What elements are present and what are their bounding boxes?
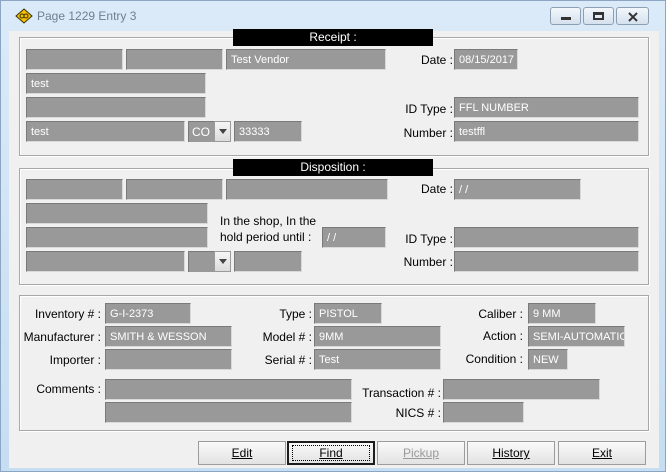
nics-field[interactable] — [443, 402, 524, 423]
serial-field[interactable]: Test — [314, 349, 441, 370]
disposition-id-type-field[interactable] — [454, 227, 639, 248]
disposition-number-field[interactable] — [454, 251, 639, 272]
type-label: Type : — [279, 307, 312, 321]
disposition-date-label: Date : — [420, 182, 453, 196]
exit-button[interactable]: Exit — [558, 441, 646, 465]
minimize-icon — [561, 17, 571, 20]
manufacturer-label: Manufacturer : — [23, 330, 101, 344]
serial-label: Serial # : — [264, 353, 312, 367]
receipt-name-field-1[interactable] — [26, 49, 123, 70]
receipt-date-field[interactable]: 08/15/2017 — [454, 49, 518, 70]
disposition-date-field[interactable]: / / — [454, 179, 581, 200]
focus-indicator — [292, 445, 370, 461]
nics-label: NICS # : — [395, 406, 441, 420]
receipt-id-type-field[interactable]: FFL NUMBER — [454, 97, 639, 118]
restore-icon — [593, 12, 604, 20]
edit-button-label: Edit — [231, 446, 253, 460]
chevron-down-icon[interactable] — [214, 121, 231, 142]
receipt-vendor-field[interactable]: Test Vendor — [226, 49, 386, 70]
action-label: Action : — [482, 329, 523, 343]
history-button[interactable]: History — [467, 441, 555, 465]
receipt-address-1-field[interactable]: test — [26, 73, 206, 94]
condition-field[interactable]: NEW — [528, 349, 568, 370]
disposition-address-1-field[interactable] — [26, 203, 208, 224]
maximize-button[interactable] — [583, 7, 614, 25]
minimize-button[interactable] — [550, 7, 581, 25]
chevron-down-icon[interactable] — [214, 251, 231, 272]
disposition-state-value — [188, 251, 215, 272]
caliber-field[interactable]: 9 MM — [528, 303, 596, 324]
type-field[interactable]: PISTOL — [314, 303, 382, 324]
transaction-field[interactable] — [443, 379, 600, 400]
disposition-name-field-1[interactable] — [26, 179, 123, 200]
model-label: Model # : — [262, 330, 312, 344]
receipt-title: Receipt : — [233, 29, 433, 46]
find-button[interactable]: Find — [287, 441, 375, 465]
edit-button[interactable]: Edit — [198, 441, 286, 465]
inventory-field[interactable]: G-I-2373 — [105, 303, 191, 324]
action-field[interactable]: SEMI-AUTOMATIC — [528, 326, 625, 347]
disposition-city-field[interactable] — [26, 251, 185, 272]
history-button-label: History — [492, 446, 530, 460]
receipt-address-2-field[interactable] — [26, 97, 206, 118]
window-title: Page 1229 Entry 3 — [37, 9, 137, 23]
pickup-button[interactable]: Pickup — [377, 441, 465, 465]
disposition-number-label: Number : — [403, 255, 453, 269]
hold-period-label-line1: In the shop, In the — [220, 214, 317, 228]
pickup-button-label: Pickup — [402, 446, 440, 460]
manufacturer-field[interactable]: SMITH & WESSON — [105, 326, 232, 347]
disposition-id-type-label: ID Type : — [405, 232, 453, 246]
close-button[interactable] — [616, 7, 649, 25]
importer-label: Importer : — [49, 353, 101, 367]
receipt-name-field-2[interactable] — [126, 49, 223, 70]
disposition-name-field-2[interactable] — [126, 179, 223, 200]
inventory-label: Inventory # : — [34, 307, 101, 321]
receipt-state-dropdown[interactable]: CO — [188, 121, 231, 142]
exit-button-label: Exit — [591, 446, 612, 460]
app-window: Page 1229 Entry 3 Receipt : Test Vendor … — [0, 0, 666, 472]
receipt-number-field[interactable]: testffl — [454, 121, 639, 142]
receipt-city-field[interactable]: test — [26, 121, 185, 142]
close-icon — [628, 12, 638, 22]
disposition-title: Disposition : — [233, 159, 433, 176]
condition-label: Condition : — [465, 352, 523, 366]
comments-field-2[interactable] — [105, 402, 352, 423]
transaction-label: Transaction # : — [362, 386, 441, 400]
client-area: Receipt : Test Vendor test test CO 33333… — [9, 29, 659, 468]
disposition-address-2-field[interactable] — [26, 227, 208, 248]
disposition-state-dropdown[interactable] — [188, 251, 231, 272]
caliber-label: Caliber : — [478, 307, 523, 321]
receipt-state-value: CO — [188, 121, 215, 142]
hold-period-date-field[interactable]: / / — [322, 227, 386, 248]
receipt-id-type-label: ID Type : — [405, 102, 453, 116]
hold-period-label-line2: hold period until : — [220, 230, 312, 244]
disposition-zip-field[interactable] — [234, 251, 302, 272]
comments-field-1[interactable] — [105, 379, 352, 400]
receipt-number-label: Number : — [403, 126, 453, 140]
app-logo-icon — [15, 8, 33, 24]
receipt-date-label: Date : — [420, 53, 453, 67]
importer-field[interactable] — [105, 349, 232, 370]
comments-label: Comments : — [36, 382, 101, 396]
title-bar: Page 1229 Entry 3 — [1, 1, 665, 31]
model-field[interactable]: 9MM — [314, 326, 441, 347]
disposition-name-field-3[interactable] — [226, 179, 388, 200]
receipt-zip-field[interactable]: 33333 — [234, 121, 302, 142]
